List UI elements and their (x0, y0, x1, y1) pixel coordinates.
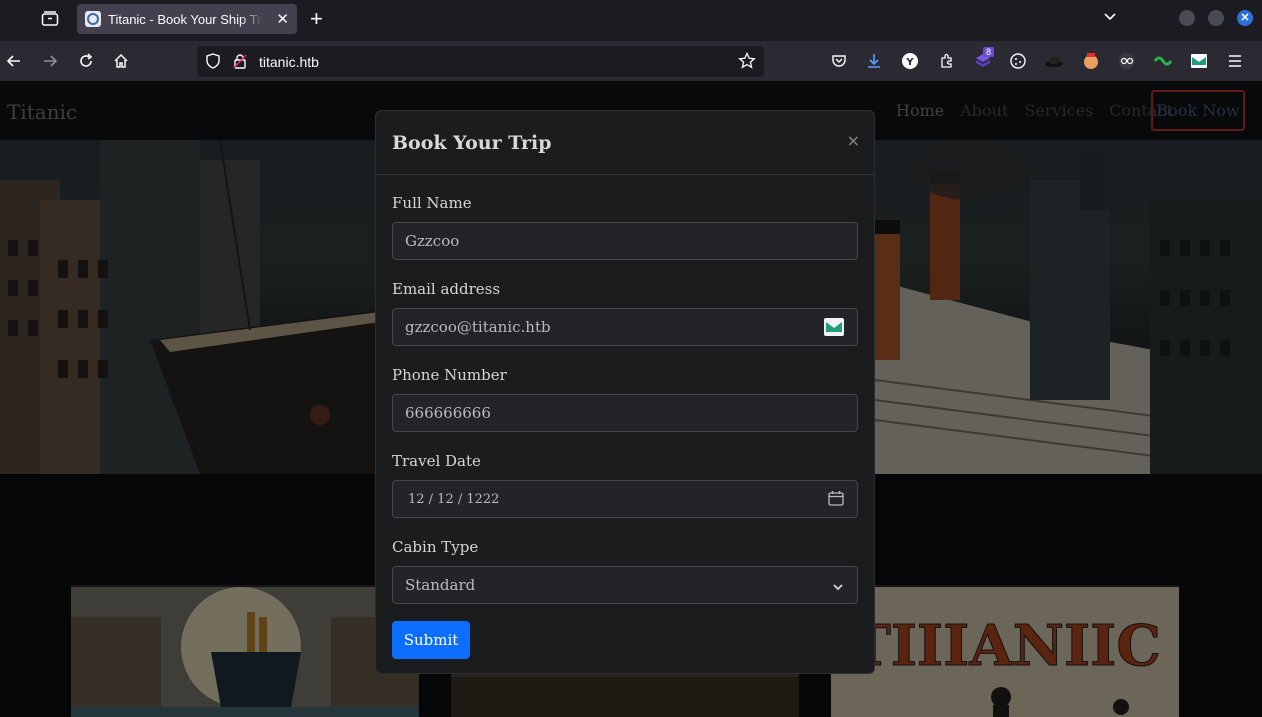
forward-icon[interactable] (38, 49, 62, 73)
extension-badge: 8 (983, 47, 995, 57)
window-close-button[interactable]: ✕ (1237, 10, 1253, 26)
tab-overview-icon[interactable] (38, 8, 62, 30)
email-label: Email address (392, 280, 501, 298)
cabin-type-value: Standard (405, 576, 476, 594)
extensions-puzzle-icon[interactable] (937, 51, 957, 71)
address-bar[interactable]: titanic.htb (197, 46, 764, 77)
cookie-extension-icon[interactable] (1008, 51, 1028, 71)
email-value: gzzcoo@titanic.htb (405, 318, 551, 336)
calendar-icon[interactable] (828, 490, 844, 510)
app-menu-icon[interactable] (1225, 51, 1245, 71)
modal-header: Book Your Trip × (376, 111, 874, 175)
browser-tab-bar: Titanic - Book Your Ship Trip ✕ + ✕ (0, 0, 1262, 41)
tab-close-button[interactable]: ✕ (276, 10, 289, 28)
bookmark-star-icon[interactable] (738, 51, 756, 75)
tab-title: Titanic - Book Your Ship Trip (108, 11, 263, 27)
minimize-button[interactable] (1179, 10, 1195, 26)
reload-icon[interactable] (74, 49, 98, 73)
insecure-lock-icon[interactable] (233, 53, 247, 74)
chevron-down-icon (832, 579, 844, 597)
browser-toolbar: titanic.htb Y (0, 41, 1262, 81)
mail-extension-icon[interactable] (1189, 51, 1209, 71)
modal-close-button[interactable]: × (847, 131, 860, 150)
new-tab-button[interactable]: + (310, 7, 323, 31)
home-icon[interactable] (109, 49, 133, 73)
booking-modal: Book Your Trip × Full Name Gzzcoo Email … (375, 110, 875, 674)
mail-extension-icon[interactable] (824, 318, 844, 340)
phone-value: 666666666 (405, 404, 491, 422)
phone-label: Phone Number (392, 366, 507, 384)
back-icon[interactable] (2, 49, 26, 73)
green-extension-icon[interactable] (1153, 51, 1173, 71)
full-name-value: Gzzcoo (405, 232, 460, 250)
hacker-extension-icon[interactable] (1117, 51, 1137, 71)
hat-extension-icon[interactable] (1044, 51, 1064, 71)
cabin-type-select[interactable]: Standard (392, 566, 858, 604)
list-all-tabs-icon[interactable] (1102, 8, 1118, 29)
cabin-type-label: Cabin Type (392, 538, 479, 556)
email-input[interactable]: gzzcoo@titanic.htb (392, 308, 858, 346)
pocket-icon[interactable] (829, 51, 849, 71)
travel-date-label: Travel Date (392, 452, 481, 470)
full-name-label: Full Name (392, 194, 472, 212)
travel-date-value: 12 / 12 / 1222 (408, 491, 500, 507)
full-name-input[interactable]: Gzzcoo (392, 222, 858, 260)
tracking-shield-icon[interactable] (205, 53, 221, 74)
site-favicon-icon (85, 11, 101, 27)
url-text: titanic.htb (259, 53, 319, 70)
submit-button[interactable]: Submit (392, 621, 470, 659)
browser-tab[interactable]: Titanic - Book Your Ship Trip ✕ (77, 4, 297, 34)
modal-title: Book Your Trip (392, 132, 552, 154)
svg-text:Y: Y (905, 57, 914, 68)
yomitan-extension-icon[interactable]: Y (900, 51, 920, 71)
wappalyzer-extension-icon[interactable] (1081, 51, 1101, 71)
maximize-button[interactable] (1208, 10, 1224, 26)
travel-date-input[interactable]: 12 / 12 / 1222 (392, 480, 858, 518)
downloads-icon[interactable] (864, 51, 884, 71)
phone-input[interactable]: 666666666 (392, 394, 858, 432)
